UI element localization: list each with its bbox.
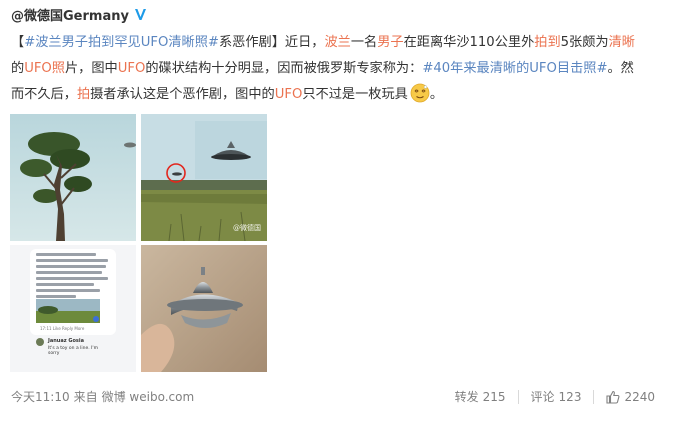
author-name[interactable]: @微德国Germany — [11, 5, 129, 24]
post-text: 【#波兰男子拍到罕见UFO清晰照#系恶作剧】近日，波兰一名男子在距离华沙110公… — [11, 30, 661, 108]
post-footer: 今天11:10 来自 微博 weibo.com 转发 215 评论 123 22… — [0, 384, 675, 412]
weibo-post: @微德国Germany 【#波兰男子拍到罕见UFO清晰照#系恶作剧】近日，波兰一… — [0, 0, 675, 423]
repost-count: 215 — [482, 389, 506, 404]
action-divider — [517, 389, 519, 404]
chat-message: It's a toy on a line. I'm sorry — [48, 346, 99, 356]
topic-link[interactable]: #波兰男子拍到罕见UFO清晰照# — [24, 35, 219, 50]
text-segment: 一名 — [350, 35, 378, 50]
text-segment: 在距离华沙110公里外 — [403, 35, 535, 50]
topic-link-label: #波兰男子拍到罕见UFO清晰照# — [24, 35, 219, 50]
photo-ufo-field[interactable]: @微德国 — [141, 114, 267, 241]
comment-count: 123 — [558, 389, 582, 404]
post-actions: 转发 215 评论 123 2240 — [455, 388, 655, 405]
repost-button[interactable]: 转发 215 — [455, 388, 506, 405]
text-segment: 【 — [11, 35, 25, 50]
keyword-highlight: UFO — [274, 87, 303, 102]
text-segment: 的碟状结构十分明显，因而被俄罗斯专家称为： — [145, 61, 423, 76]
keyword-highlight: UFO照 — [24, 61, 65, 76]
post-header: @微德国Germany — [11, 4, 148, 24]
chat-meta: 17:11 Like Reply More — [40, 326, 85, 331]
text-segment: 的 — [11, 61, 25, 76]
text-segment: 系恶作剧】近日， — [218, 35, 325, 50]
post-meta: 今天11:10 来自 微博 weibo.com — [11, 388, 194, 405]
text-segment: 只不过是一枚玩具 — [302, 87, 408, 102]
comment-button[interactable]: 评论 123 — [531, 388, 582, 405]
text-segment: 。然 — [607, 61, 634, 76]
keyword-highlight: 拍到 — [534, 35, 561, 50]
text-segment: 。 — [429, 87, 444, 102]
keyword-highlight: 波兰 — [324, 35, 351, 50]
chat-author: Januaz Gosia — [48, 338, 84, 344]
keyword-highlight: 男子 — [377, 35, 404, 50]
chat-photo-thumbnail — [36, 299, 100, 323]
action-divider — [593, 389, 595, 404]
photo-toy-ufo-hand[interactable] — [141, 245, 267, 372]
comment-label: 评论 — [530, 390, 555, 404]
post-time[interactable]: 今天11:10 — [11, 388, 70, 405]
text-segment: 而不久后， — [11, 87, 77, 102]
text-segment: 5张颇为 — [560, 35, 609, 50]
source-prefix: 来自 — [73, 390, 98, 404]
repost-label: 转发 — [454, 390, 479, 404]
chat-screenshot: 17:11 Like Reply More Januaz Gosia It's … — [10, 245, 136, 372]
dizzy-face-emoji-icon — [410, 83, 430, 103]
chat-reply: Januaz Gosia It's a toy on a line. I'm s… — [38, 338, 108, 360]
topic-link[interactable]: #40年来最清晰的UFO目击照# — [422, 61, 607, 76]
photo-chat-screenshot[interactable]: 17:11 Like Reply More Januaz Gosia It's … — [10, 245, 136, 372]
verified-badge-icon[interactable] — [133, 7, 148, 22]
like-count: 2240 — [624, 389, 655, 404]
post-source[interactable]: 微博 weibo.com — [102, 388, 195, 405]
like-button[interactable]: 2240 — [606, 390, 655, 404]
image-grid: @微德国 17:11 Like Reply More Januaz Gosia … — [10, 114, 270, 374]
thumbs-up-icon — [606, 390, 620, 404]
photo-tree-sky[interactable] — [10, 114, 136, 241]
image-watermark: @微德国 — [233, 224, 261, 232]
keyword-highlight: 拍 — [76, 87, 91, 102]
text-segment: 片，图中 — [65, 61, 118, 76]
text-segment: 摄者承认这是个恶作剧，图中的 — [90, 87, 275, 102]
keyword-highlight: UFO — [117, 61, 146, 76]
keyword-highlight: 清晰 — [608, 35, 635, 50]
